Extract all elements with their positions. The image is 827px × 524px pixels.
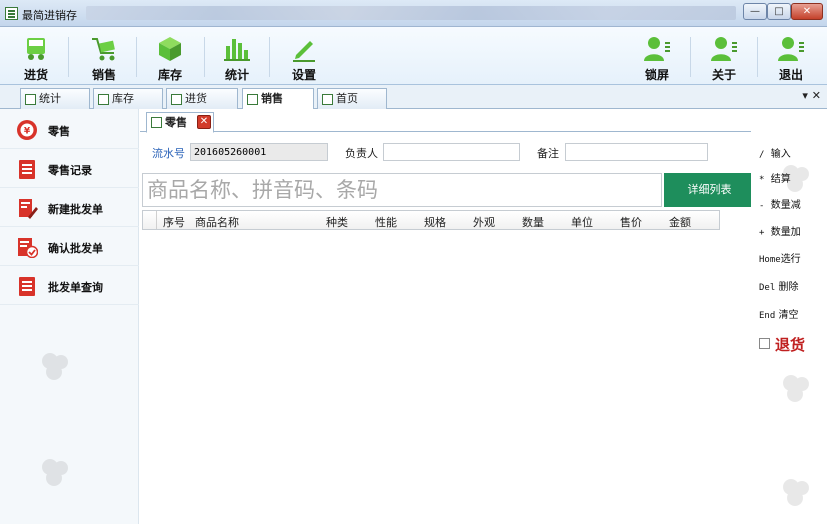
sub-tab-bar: 零售 ✕ xyxy=(140,109,751,133)
box-icon xyxy=(159,37,181,61)
tab-page-icon xyxy=(322,94,333,105)
column-header[interactable]: 金额 xyxy=(669,214,691,230)
hotkey-delete: Del 删除 xyxy=(759,282,799,293)
toolbar-settings-button[interactable]: 设置 xyxy=(279,31,329,83)
maximize-button[interactable]: □ xyxy=(767,3,791,20)
grid-header: 序号 商品名称 种类 性能 规格 外观 数量 单位 售价 金额 xyxy=(142,210,720,230)
minimize-button[interactable]: — xyxy=(743,3,767,20)
product-search-input[interactable] xyxy=(147,177,647,203)
column-header[interactable]: 外观 xyxy=(473,214,495,230)
svg-text:¥: ¥ xyxy=(24,127,31,137)
leaf-watermark-icon xyxy=(42,459,68,486)
tab-page-icon xyxy=(171,94,182,105)
pencil-icon xyxy=(293,41,315,62)
toolbar-label: 销售 xyxy=(91,68,116,82)
bar-chart-icon xyxy=(224,39,250,61)
remark-label: 备注 xyxy=(537,147,559,160)
record-list-icon xyxy=(19,160,35,179)
truck-icon xyxy=(27,38,45,60)
toolbar-label: 设置 xyxy=(291,68,316,82)
toolbar-lock-button[interactable]: 锁屏 xyxy=(632,31,682,83)
hotkey-decrease: - 数量减 xyxy=(759,200,801,211)
hotkey-input: / 输入 xyxy=(759,149,791,160)
app-icon xyxy=(5,7,18,20)
toolbar-purchase-button[interactable]: 进货 xyxy=(11,31,61,83)
toolbar-sales-button[interactable]: 销售 xyxy=(79,31,129,83)
leaf-watermark-icon xyxy=(783,479,809,506)
window-title: 最简进销存 xyxy=(22,9,77,22)
leaf-watermark-icon xyxy=(42,353,68,380)
toolbar-exit-button[interactable]: 退出 xyxy=(766,31,816,83)
confirm-document-icon xyxy=(18,238,38,258)
tab-purchase[interactable]: 进货 xyxy=(166,88,238,109)
sidebar-item-wholesale-query[interactable]: 批发单查询 xyxy=(0,267,139,305)
tab-page-icon xyxy=(25,94,36,105)
tab-page-icon xyxy=(98,94,109,105)
toolbar-label: 统计 xyxy=(224,68,249,82)
column-header[interactable]: 序号 xyxy=(163,214,185,230)
detail-list-button[interactable]: 详细列表 xyxy=(664,173,755,207)
serial-number-field[interactable] xyxy=(190,143,328,161)
leaf-watermark-icon xyxy=(783,375,809,402)
query-list-icon xyxy=(19,277,35,296)
yen-coin-icon: ¥ xyxy=(17,120,37,140)
tab-page-icon xyxy=(151,117,162,128)
close-icon[interactable]: ✕ xyxy=(197,115,211,129)
cart-icon xyxy=(92,38,115,61)
sidebar-item-confirm-wholesale[interactable]: 确认批发单 xyxy=(0,228,139,266)
retail-panel: 零售 ✕ 流水号 负责人 备注 详细列表 序号 商品名称 种类 性能 规格 外观… xyxy=(140,109,755,524)
search-box xyxy=(142,173,662,207)
user-lock-icon xyxy=(644,37,670,61)
new-document-icon xyxy=(19,199,38,219)
column-header[interactable]: 商品名称 xyxy=(195,214,239,230)
column-header[interactable]: 售价 xyxy=(620,214,642,230)
tab-home[interactable]: 首页 xyxy=(317,88,387,109)
toolbar-label: 进货 xyxy=(23,68,48,82)
hotkey-increase: + 数量加 xyxy=(759,227,801,238)
user-exit-icon xyxy=(778,37,804,61)
manager-label: 负责人 xyxy=(345,147,378,160)
sidebar-item-new-wholesale[interactable]: 新建批发单 xyxy=(0,189,139,227)
column-header[interactable]: 单位 xyxy=(571,214,593,230)
main-tab-bar: 统计 库存 进货 销售 首页 ▾ ✕ xyxy=(0,85,827,110)
tab-statistics[interactable]: 统计 xyxy=(20,88,90,109)
column-header[interactable]: 规格 xyxy=(424,214,446,230)
user-info-icon xyxy=(711,37,737,61)
tab-sales[interactable]: 销售 xyxy=(242,88,314,110)
toolbar-label: 库存 xyxy=(157,68,182,82)
return-checkbox[interactable] xyxy=(759,338,770,349)
row-selector-header xyxy=(143,211,157,229)
toolbar-statistics-button[interactable]: 统计 xyxy=(212,31,262,83)
column-header[interactable]: 种类 xyxy=(326,214,348,230)
toolbar-label: 锁屏 xyxy=(644,68,669,82)
hotkey-clear: End 清空 xyxy=(759,310,799,321)
sidebar-item-retail-records[interactable]: 零售记录 xyxy=(0,150,139,188)
sidebar-item-retail[interactable]: ¥ 零售 xyxy=(0,111,139,149)
serial-label: 流水号 xyxy=(152,147,185,160)
toolbar-label: 关于 xyxy=(711,68,736,82)
toolbar-label: 退出 xyxy=(778,68,803,82)
hotkey-select-row: Home选行 xyxy=(759,254,801,265)
tab-page-icon xyxy=(247,94,258,105)
tab-menu-close-icon[interactable]: ▾ ✕ xyxy=(802,89,821,102)
hotkey-panel: / 输入 * 结算 - 数量减 + 数量加 Home选行 Del 删除 End … xyxy=(751,109,827,524)
column-header[interactable]: 数量 xyxy=(522,214,544,230)
title-bar: 最简进销存 — □ ✕ xyxy=(0,0,827,27)
tab-retail[interactable]: 零售 ✕ xyxy=(146,112,214,133)
main-toolbar: 进货 销售 库存 统计 设置 锁屏 关于 退出 xyxy=(0,27,827,85)
tab-inventory[interactable]: 库存 xyxy=(93,88,163,109)
return-label[interactable]: 退货 xyxy=(775,334,805,355)
sidebar: ¥ 零售 零售记录 新建批发单 确认批发单 批发单查询 xyxy=(0,109,139,524)
toolbar-inventory-button[interactable]: 库存 xyxy=(145,31,195,83)
manager-field[interactable] xyxy=(383,143,520,161)
close-window-button[interactable]: ✕ xyxy=(791,3,823,20)
column-header[interactable]: 性能 xyxy=(375,214,397,230)
remark-field[interactable] xyxy=(565,143,708,161)
toolbar-about-button[interactable]: 关于 xyxy=(699,31,749,83)
taskbar-blur-strip xyxy=(86,6,736,20)
leaf-watermark-icon xyxy=(783,165,809,192)
